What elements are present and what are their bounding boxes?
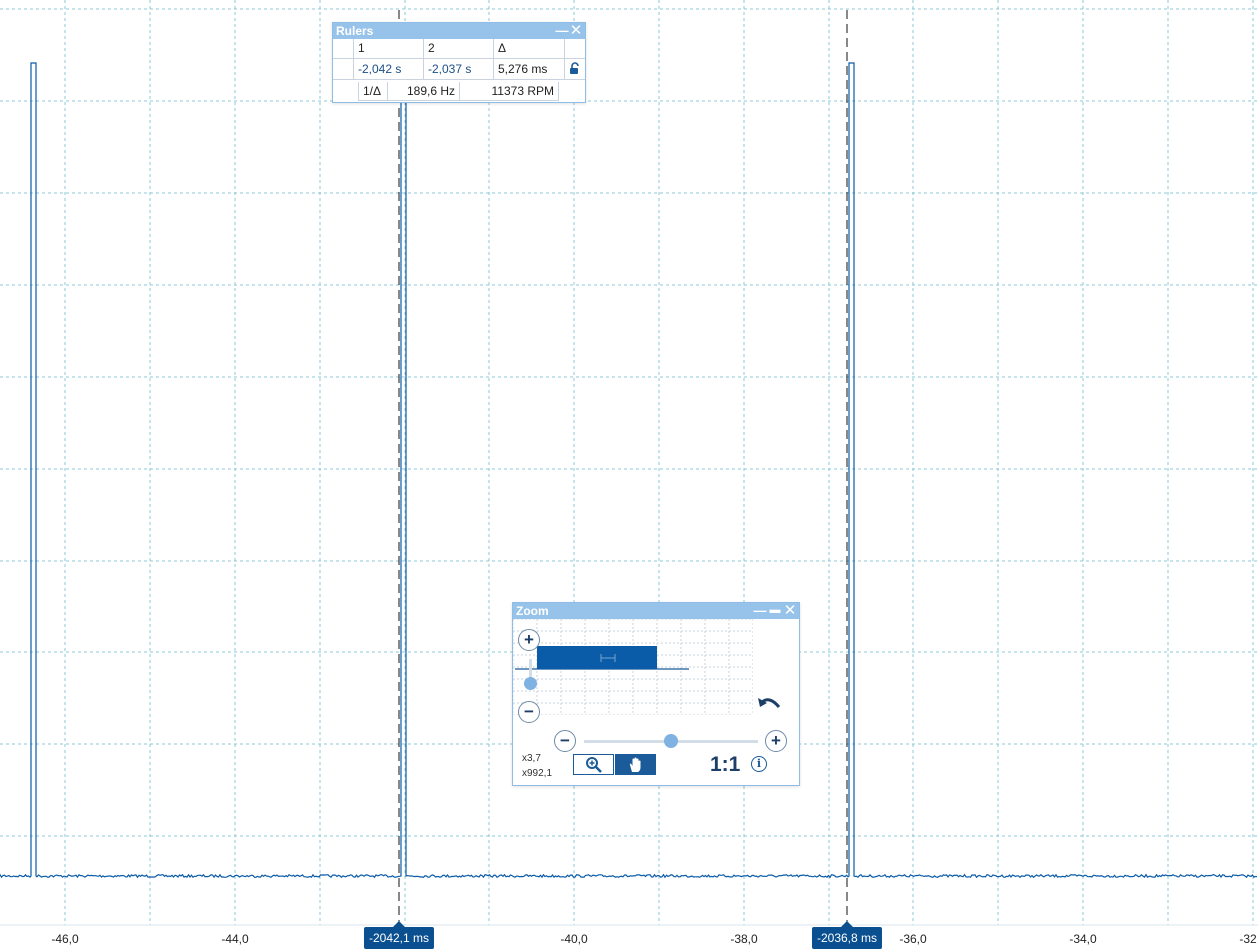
x-tick-label: -38,0 — [730, 932, 758, 946]
unlock-icon[interactable] — [565, 59, 585, 80]
horizontal-zoom-slider-thumb[interactable] — [664, 734, 678, 748]
zoom-panel[interactable]: Zoom — ▬ ✕ + − − + x3,7 x992,1 1:1 i — [512, 602, 800, 786]
ruler-1-tag[interactable]: -2042,1 ms — [363, 921, 435, 949]
frequency-value: 189,6 Hz — [388, 82, 460, 101]
x-tick-label: -36,0 — [899, 932, 927, 946]
horizontal-zoom-factor: x992,1 — [522, 768, 553, 779]
horizontal-zoom-out-button[interactable]: − — [554, 730, 576, 752]
maximize-icon[interactable]: ▬ — [768, 603, 782, 619]
close-icon[interactable]: ✕ — [783, 603, 797, 619]
vertical-zoom-factor: x3,7 — [522, 753, 541, 764]
x-tick-label: -44,0 — [221, 932, 249, 946]
x-tick-label: -46,0 — [51, 932, 79, 946]
horizontal-zoom-in-button[interactable]: + — [765, 730, 787, 752]
minimize-icon[interactable]: — — [555, 23, 569, 39]
reset-zoom-button[interactable]: 1:1 — [710, 753, 740, 777]
zoom-tool-button[interactable] — [573, 754, 614, 775]
close-icon[interactable]: ✕ — [569, 23, 583, 39]
minimize-icon[interactable]: — — [753, 603, 767, 619]
undo-icon[interactable] — [757, 693, 783, 715]
zoom-title: Zoom — [516, 604, 549, 618]
rpm-value: 11373 RPM — [460, 82, 559, 101]
rulers-title-bar[interactable]: Rulers — ✕ — [333, 23, 585, 39]
rulers-panel[interactable]: Rulers — ✕ 1 2 Δ -2,042 s -2,037 s 5,276… — [332, 22, 586, 103]
x-tick-label: -34,0 — [1069, 932, 1097, 946]
delta-header: Δ — [494, 39, 565, 59]
rulers-title: Rulers — [336, 24, 374, 38]
vertical-zoom-slider-thumb[interactable] — [524, 677, 537, 690]
delta-value: 5,276 ms — [494, 59, 565, 80]
row-color-swatch — [333, 59, 354, 80]
ruler-1-header: 1 — [354, 39, 424, 59]
rulers-table-corner — [333, 39, 354, 59]
ruler-2-value: -2,037 s — [424, 59, 494, 80]
pan-hand-icon — [629, 757, 640, 772]
ruler-1-value: -2,042 s — [354, 59, 424, 80]
ruler-lines[interactable] — [398, 10, 848, 925]
inverse-delta-label: 1/Δ — [358, 82, 388, 101]
vertical-zoom-in-button[interactable]: + — [518, 629, 540, 651]
overview-viewport — [537, 646, 657, 669]
zoom-title-bar[interactable]: Zoom — ▬ ✕ — [513, 603, 799, 619]
info-icon[interactable]: i — [751, 756, 767, 772]
ruler-2-header: 2 — [424, 39, 494, 59]
x-tick-label: -40,0 — [560, 932, 588, 946]
oscilloscope-view[interactable]: -46,0 -44,0 -40,0 -38,0 -36,0 -34,0 -32 … — [0, 0, 1258, 949]
zoom-in-icon — [585, 757, 602, 773]
vertical-zoom-out-button[interactable]: − — [518, 701, 540, 723]
zoom-overview-map[interactable] — [512, 618, 754, 716]
grid — [0, 0, 1258, 926]
x-tick-label: -32 — [1239, 932, 1257, 946]
pan-tool-button[interactable] — [615, 754, 656, 775]
waveform-canvas[interactable] — [0, 0, 1258, 949]
rulers-table-header-end — [565, 39, 585, 59]
ruler-2-tag[interactable]: -2036,8 ms — [811, 921, 883, 949]
